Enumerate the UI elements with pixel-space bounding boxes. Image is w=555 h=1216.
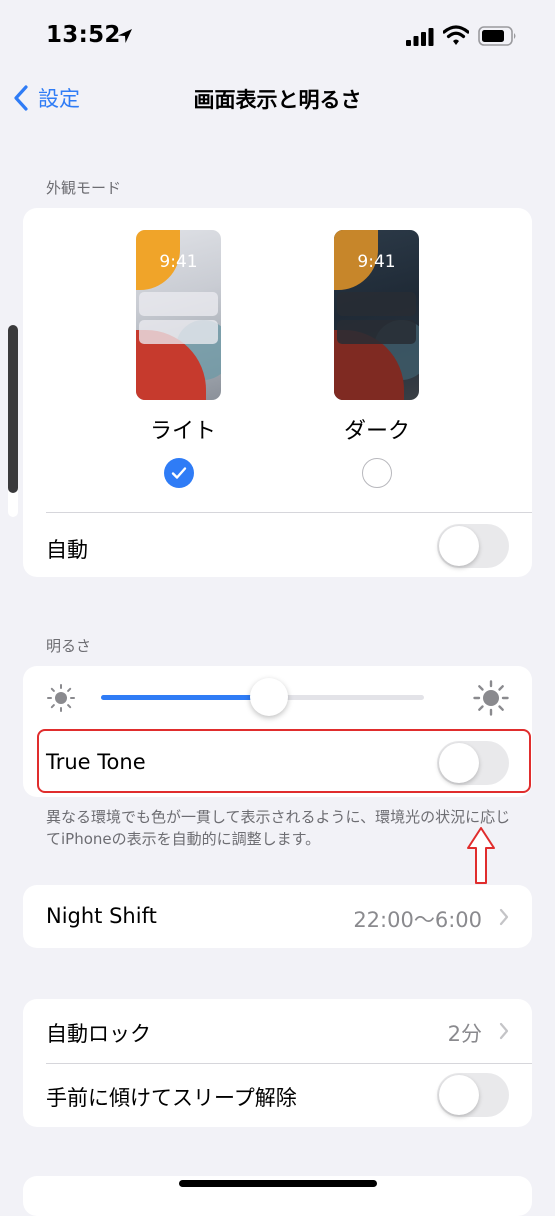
appearance-section-header: 外観モード <box>46 179 122 197</box>
lock-card: 自動ロック 2分 手前に傾けてスリープ解除 <box>23 999 532 1127</box>
scroll-indicator-thumb[interactable] <box>8 325 18 493</box>
brightness-slider-thumb[interactable] <box>249 678 288 716</box>
brightness-section-header: 明るさ <box>46 637 92 655</box>
dark-mode-option[interactable]: 9:41 ダーク <box>307 230 447 490</box>
wifi-icon <box>443 25 469 45</box>
chevron-right-icon <box>499 1022 509 1040</box>
night-shift-label: Night Shift <box>46 904 157 928</box>
divider <box>46 512 532 513</box>
brightness-slider-fill <box>101 695 269 700</box>
chevron-right-icon <box>499 908 509 926</box>
cellular-signal-icon <box>406 28 434 46</box>
brightness-low-icon <box>47 684 75 712</box>
auto-appearance-label: 自動 <box>46 538 88 562</box>
true-tone-highlight-box <box>37 729 531 793</box>
preview-time: 9:41 <box>357 252 396 272</box>
red-up-arrow-icon <box>467 827 495 884</box>
night-shift-row[interactable]: Night Shift 22:00～6:00 <box>23 885 532 948</box>
appearance-card: 9:41 ライト 9:41 ダーク 自動 <box>23 208 532 577</box>
dark-mode-label: ダーク <box>343 419 410 444</box>
preview-time: 9:41 <box>159 252 198 272</box>
auto-lock-label: 自動ロック <box>46 1022 151 1046</box>
dark-mode-preview: 9:41 <box>334 230 419 400</box>
light-mode-preview: 9:41 <box>136 230 221 400</box>
brightness-high-icon <box>473 680 509 716</box>
home-indicator <box>179 1180 377 1187</box>
true-tone-footnote: 異なる環境でも色が一貫して表示されるように、環境光の状況に応じてiPhoneの表… <box>46 808 511 848</box>
auto-appearance-toggle[interactable] <box>437 524 509 568</box>
raise-to-wake-toggle[interactable] <box>437 1073 509 1117</box>
battery-icon <box>478 26 516 46</box>
location-arrow-icon <box>118 29 132 43</box>
dark-mode-radio[interactable] <box>362 458 392 488</box>
light-mode-label: ライト <box>149 419 216 444</box>
night-shift-value: 22:00～6:00 <box>353 908 482 932</box>
divider <box>46 1063 532 1064</box>
status-time: 13:52 <box>46 22 121 48</box>
auto-lock-value: 2分 <box>447 1022 482 1046</box>
light-mode-option[interactable]: 9:41 ライト <box>113 230 253 490</box>
auto-lock-row[interactable]: 自動ロック 2分 <box>23 999 532 1063</box>
page-title: 画面表示と明るさ <box>193 88 362 112</box>
raise-to-wake-label: 手前に傾けてスリープ解除 <box>46 1086 297 1110</box>
checkmark-icon <box>171 467 187 479</box>
light-mode-radio[interactable] <box>164 458 194 488</box>
